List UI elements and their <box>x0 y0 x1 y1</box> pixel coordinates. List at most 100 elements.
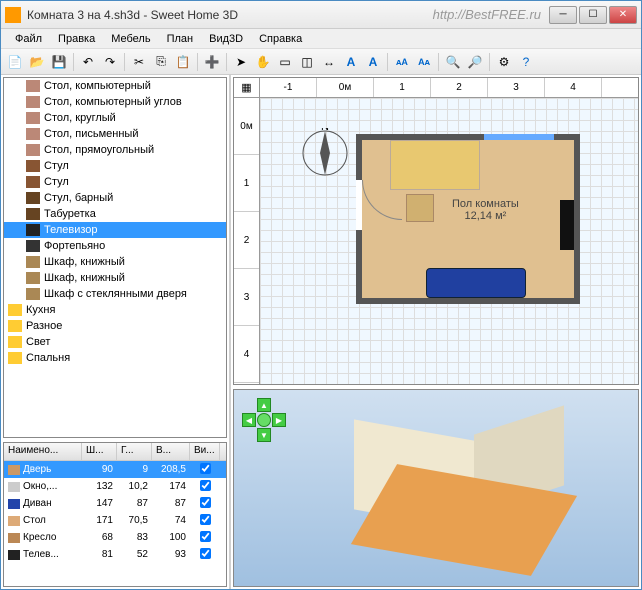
tree-item-label: Стол, письменный <box>44 128 138 140</box>
titlebar[interactable]: Комната 3 на 4.sh3d - Sweet Home 3D http… <box>1 1 641 29</box>
room-3d-render[interactable] <box>374 430 554 560</box>
menu-help[interactable]: Справка <box>251 31 310 47</box>
copy-icon[interactable]: ⎘ <box>151 52 171 72</box>
plan-view[interactable]: ▦ -10м1234 0м1234 N <box>233 77 639 385</box>
sofa-item[interactable] <box>426 268 526 298</box>
ic-tv <box>26 224 40 236</box>
tree-item[interactable]: Стол, круглый <box>4 110 226 126</box>
maximize-button[interactable]: ☐ <box>579 6 607 24</box>
menu-file[interactable]: Файл <box>7 31 50 47</box>
ic-stool <box>26 192 40 204</box>
open-icon[interactable]: 📂 <box>27 52 47 72</box>
compass-icon[interactable]: N <box>300 128 350 178</box>
tree-item[interactable]: Стол, письменный <box>4 126 226 142</box>
visible-checkbox[interactable] <box>200 497 211 508</box>
visible-checkbox[interactable] <box>200 514 211 525</box>
tree-item[interactable]: Шкаф, книжный <box>4 254 226 270</box>
window-title: Комната 3 на 4.sh3d - Sweet Home 3D <box>27 8 433 22</box>
minimize-button[interactable]: ─ <box>549 6 577 24</box>
tree-item[interactable]: Шкаф, книжный <box>4 270 226 286</box>
nav-up-icon[interactable]: ▲ <box>257 398 271 412</box>
dimension-icon[interactable]: ↔ <box>319 52 339 72</box>
tree-item[interactable]: Стол, компьютерный углов <box>4 94 226 110</box>
select-icon[interactable]: ➤ <box>231 52 251 72</box>
text-aa2-icon[interactable]: Aᴀ <box>414 52 434 72</box>
redo-icon[interactable]: ↷ <box>100 52 120 72</box>
door-item[interactable] <box>356 180 362 230</box>
table-row[interactable]: Окно,...13210,2174 <box>4 478 226 495</box>
ic-cabinet <box>26 288 40 300</box>
menu-plan[interactable]: План <box>159 31 202 47</box>
nav-down-icon[interactable]: ▼ <box>257 428 271 442</box>
col-name[interactable]: Наимено... <box>4 443 82 460</box>
tree-item[interactable]: Стол, прямоугольный <box>4 142 226 158</box>
save-icon[interactable]: 💾 <box>49 52 69 72</box>
tree-item[interactable]: Телевизор <box>4 222 226 238</box>
tree-item-label: Фортепьяно <box>44 240 105 252</box>
desk-item[interactable] <box>390 140 480 190</box>
settings-icon[interactable]: ⚙ <box>494 52 514 72</box>
menu-edit[interactable]: Правка <box>50 31 103 47</box>
ruler-horizontal: -10м1234 <box>260 78 638 98</box>
tree-item[interactable]: Табуретка <box>4 206 226 222</box>
toolbar: 📄 📂 💾 ↶ ↷ ✂ ⎘ 📋 ➕ ➤ ✋ ▭ ◫ ↔ A A ᴀA Aᴀ 🔍 … <box>1 49 641 75</box>
ic-cabinet <box>26 272 40 284</box>
table-row[interactable]: Телев...815293 <box>4 546 226 563</box>
zoom-in-icon[interactable]: 🔍 <box>443 52 463 72</box>
furniture-table[interactable]: Наимено... Ш... Г... В... Ви... Дверь909… <box>3 442 227 587</box>
visible-checkbox[interactable] <box>200 548 211 559</box>
tree-item-label: Шкаф с стеклянными дверя <box>44 288 187 300</box>
nav-right-icon[interactable]: ▶ <box>272 413 286 427</box>
text-aa-icon[interactable]: ᴀA <box>392 52 412 72</box>
text-a2-icon[interactable]: A <box>363 52 383 72</box>
new-icon[interactable]: 📄 <box>5 52 25 72</box>
chair-item[interactable] <box>406 194 434 222</box>
tree-item[interactable]: Свет <box>4 334 226 350</box>
room[interactable]: Пол комнаты 12,14 м² <box>356 134 580 304</box>
tree-item[interactable]: Спальня <box>4 350 226 366</box>
nav-left-icon[interactable]: ◀ <box>242 413 256 427</box>
tree-item[interactable]: Разное <box>4 318 226 334</box>
visible-checkbox[interactable] <box>200 463 211 474</box>
add-furniture-icon[interactable]: ➕ <box>202 52 222 72</box>
window-item[interactable] <box>484 134 554 140</box>
tree-item[interactable]: Стул <box>4 174 226 190</box>
tree-item[interactable]: Стол, компьютерный <box>4 78 226 94</box>
visible-checkbox[interactable] <box>200 480 211 491</box>
tree-item-label: Шкаф, книжный <box>44 272 125 284</box>
col-visible[interactable]: Ви... <box>190 443 220 460</box>
zoom-out-icon[interactable]: 🔎 <box>465 52 485 72</box>
nav-center-icon[interactable] <box>257 413 271 427</box>
paste-icon[interactable]: 📋 <box>173 52 193 72</box>
text-a-icon[interactable]: A <box>341 52 361 72</box>
plan-grid[interactable]: N Пол комнаты 12,14 м² <box>260 98 638 384</box>
pan-icon[interactable]: ✋ <box>253 52 273 72</box>
close-button[interactable]: ✕ <box>609 6 637 24</box>
svg-text:N: N <box>321 128 329 133</box>
col-depth[interactable]: Г... <box>117 443 152 460</box>
tree-item[interactable]: Стул, барный <box>4 190 226 206</box>
tree-item[interactable]: Кухня <box>4 302 226 318</box>
tree-item[interactable]: Фортепьяно <box>4 238 226 254</box>
cut-icon[interactable]: ✂ <box>129 52 149 72</box>
table-row[interactable]: Дверь909208,5 <box>4 461 226 478</box>
wall-icon[interactable]: ▭ <box>275 52 295 72</box>
help-icon[interactable]: ? <box>516 52 536 72</box>
room-icon[interactable]: ◫ <box>297 52 317 72</box>
table-row[interactable]: Стол17170,574 <box>4 512 226 529</box>
menu-view3d[interactable]: Вид3D <box>201 31 251 47</box>
table-row[interactable]: Кресло6883100 <box>4 529 226 546</box>
col-width[interactable]: Ш... <box>82 443 117 460</box>
col-height[interactable]: В... <box>152 443 190 460</box>
furniture-tree[interactable]: Стол, компьютерныйСтол, компьютерный угл… <box>3 77 227 438</box>
menu-furniture[interactable]: Мебель <box>103 31 158 47</box>
undo-icon[interactable]: ↶ <box>78 52 98 72</box>
ruler-vertical: 0м1234 <box>234 98 260 384</box>
tv-item[interactable] <box>560 200 574 250</box>
tree-item[interactable]: Стул <box>4 158 226 174</box>
ruler-corner[interactable]: ▦ <box>234 78 260 98</box>
preview-3d[interactable]: ▲ ▼ ◀ ▶ <box>233 389 639 587</box>
tree-item[interactable]: Шкаф с стеклянными дверя <box>4 286 226 302</box>
table-row[interactable]: Диван1478787 <box>4 495 226 512</box>
visible-checkbox[interactable] <box>200 531 211 542</box>
